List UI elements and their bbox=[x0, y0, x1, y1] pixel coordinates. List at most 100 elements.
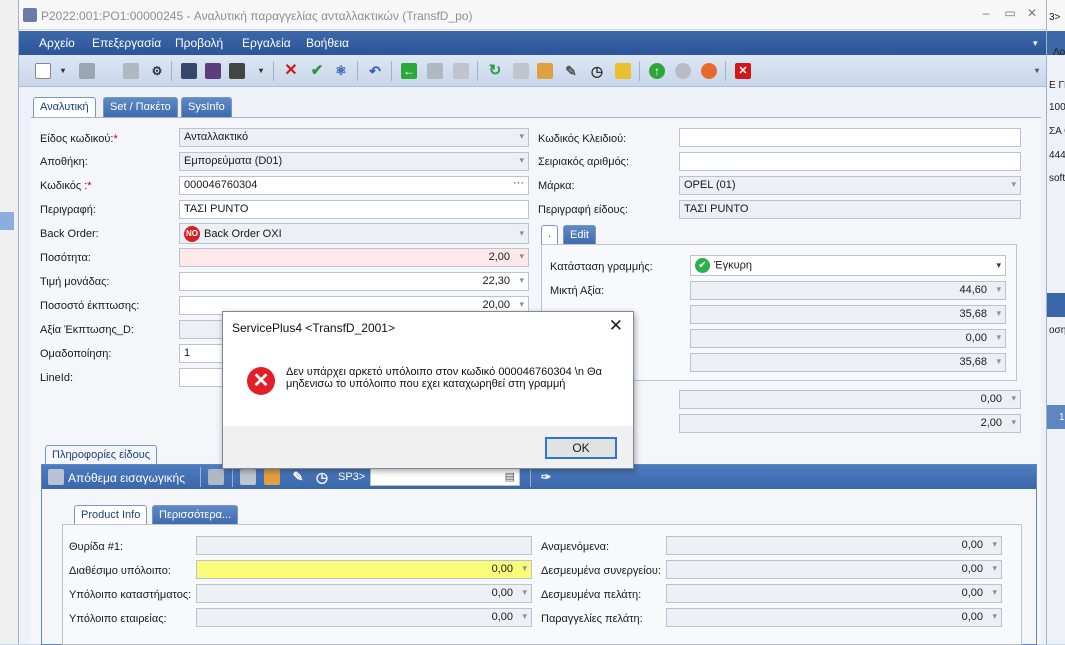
toolbar-separator bbox=[477, 61, 478, 81]
warehouse-select[interactable]: Εμπορεύματα (D01) ▾ bbox=[179, 152, 529, 171]
window-icon[interactable] bbox=[240, 469, 256, 485]
print-dropdown-icon[interactable]: ▾ bbox=[253, 63, 269, 79]
new-dropdown-icon[interactable]: ▾ bbox=[55, 63, 71, 79]
discount-value-label: Αξία Έκπτωσης_D: bbox=[40, 324, 134, 336]
serial-field[interactable] bbox=[679, 152, 1021, 171]
item-info-panel: Απόθεμα εισαγωγικής ✎ ◷ SP3> ▤ ✑ Product… bbox=[41, 464, 1037, 645]
menu-overflow-icon[interactable]: ▾ bbox=[1033, 38, 1038, 49]
toolbar-overflow-icon[interactable]: ▾ bbox=[1029, 63, 1045, 79]
tab-line-dot[interactable]: . bbox=[541, 225, 559, 245]
title-bar: P2022:001:PO1:00000245 - Αναλυτική παραγ… bbox=[19, 0, 1047, 30]
workflow-icon[interactable]: ⚛ bbox=[333, 63, 349, 79]
company-balance-label: Υπόλοιπο εταιρείας: bbox=[69, 613, 167, 625]
tree-icon[interactable]: ⚙ bbox=[149, 63, 165, 79]
toolbar-separator bbox=[639, 61, 640, 81]
menu-help[interactable]: Βοήθεια bbox=[306, 36, 349, 50]
sp3-label[interactable]: SP3> bbox=[338, 471, 365, 483]
line-status-select[interactable]: ✔ Έγκυρη ▾ bbox=[690, 255, 1006, 276]
window-icon[interactable] bbox=[513, 63, 529, 79]
discount-pct-label: Ποσοστό έκπτωσης: bbox=[40, 300, 140, 312]
tab-sysinfo[interactable]: SysInfo bbox=[181, 97, 232, 117]
error-icon: ✕ bbox=[247, 367, 275, 395]
attachment-icon[interactable]: ✎ bbox=[290, 469, 306, 485]
backorder-select[interactable]: NO Back Order OXI ▾ bbox=[179, 223, 529, 244]
confirm-icon[interactable]: ✔ bbox=[309, 63, 325, 79]
company-balance-field: 0,00 ▾ bbox=[196, 608, 532, 627]
dialog-footer: OK bbox=[223, 426, 633, 468]
description-label: Περιγραφή: bbox=[40, 204, 96, 216]
bg-text: Λο bbox=[1053, 47, 1065, 58]
refresh-icon[interactable]: ↻ bbox=[487, 63, 503, 79]
net-value-2-field: 35,68 ▾ bbox=[690, 353, 1006, 372]
menu-file[interactable]: Αρχείο bbox=[39, 36, 75, 50]
help-lifebuoy-icon[interactable] bbox=[701, 63, 717, 79]
toolbar-separator bbox=[530, 467, 531, 487]
qty-field[interactable]: 2,00 ▾ bbox=[179, 248, 529, 267]
bg-text: ΣΑ Ο bbox=[1049, 126, 1065, 137]
print-icon[interactable] bbox=[229, 63, 245, 79]
close-icon[interactable]: ✕ bbox=[1025, 6, 1039, 20]
save-icon[interactable] bbox=[181, 63, 197, 79]
description-field[interactable]: ΤΑΣΙ PUNTO bbox=[179, 200, 529, 219]
bg-text: 3> bbox=[1049, 12, 1061, 23]
expected-label: Αναμενόμενα: bbox=[541, 541, 610, 553]
available-label: Διαθέσιμο υπόλοιπο: bbox=[69, 565, 171, 577]
unit-price-field[interactable]: 22,30 ▾ bbox=[179, 272, 529, 291]
new-icon[interactable] bbox=[35, 63, 51, 79]
gross-label: Μικτή Αξία: bbox=[550, 285, 605, 297]
tab-set-package[interactable]: Set / Πακέτο bbox=[103, 97, 178, 117]
tab-analytic[interactable]: Αναλυτική bbox=[33, 97, 96, 118]
code-field[interactable]: 000046760304 ··· bbox=[179, 176, 529, 195]
clipboard-icon[interactable] bbox=[615, 63, 631, 79]
delete-icon[interactable]: ✕ bbox=[283, 63, 299, 79]
tab-line-edit[interactable]: Edit bbox=[563, 225, 596, 245]
menu-tools[interactable]: Εργαλεία bbox=[242, 36, 291, 50]
bg-text: soft bbox=[1049, 173, 1065, 184]
lineid-label: LineId: bbox=[40, 372, 74, 384]
list-icon[interactable] bbox=[427, 63, 443, 79]
menu-view[interactable]: Προβολή bbox=[175, 36, 223, 50]
notes-icon[interactable] bbox=[264, 469, 280, 485]
tab-item-info[interactable]: Πληροφορίες είδους bbox=[45, 445, 158, 465]
bg-text: 444 bbox=[1049, 150, 1065, 161]
toolbar-separator bbox=[357, 61, 358, 81]
archive-icon[interactable] bbox=[453, 63, 469, 79]
maximize-icon[interactable]: ▭ bbox=[1003, 6, 1017, 20]
minimize-icon[interactable]: – bbox=[979, 6, 993, 20]
brand-select[interactable]: OPEL (01) ▾ bbox=[679, 176, 1021, 195]
zero-value-field: 0,00 ▾ bbox=[690, 329, 1006, 348]
key-code-field[interactable] bbox=[679, 128, 1021, 147]
ok-button[interactable]: OK bbox=[545, 437, 617, 459]
tab-product-info[interactable]: Product Info bbox=[74, 505, 148, 525]
sp3-search-field[interactable]: ▤ bbox=[370, 468, 520, 486]
timer-icon[interactable] bbox=[675, 63, 691, 79]
copy-icon[interactable] bbox=[79, 63, 95, 79]
key-code-label: Κωδικός Κλειδιού: bbox=[538, 133, 627, 145]
close-icon[interactable]: ✕ bbox=[609, 316, 623, 336]
reserved-customer-label: Δεσμευμένα πελάτη: bbox=[541, 589, 642, 601]
undo-icon[interactable]: ↶ bbox=[367, 63, 383, 79]
serial-label: Σειριακός αριθμός: bbox=[538, 156, 630, 168]
edit-pen-icon[interactable]: ✑ bbox=[538, 469, 554, 485]
menu-edit[interactable]: Επεξεργασία bbox=[92, 36, 161, 50]
clock-icon[interactable]: ◷ bbox=[314, 469, 330, 485]
up-icon[interactable]: ↑ bbox=[649, 63, 665, 79]
shelf-field bbox=[196, 536, 532, 555]
save-close-icon[interactable] bbox=[205, 63, 221, 79]
type-label: Είδος κωδικού:* bbox=[40, 133, 118, 145]
desktop-selection-marker bbox=[0, 212, 14, 230]
attachment-icon[interactable]: ✎ bbox=[563, 63, 579, 79]
stock-icon bbox=[48, 469, 64, 485]
notes-icon[interactable] bbox=[537, 63, 553, 79]
reserved-customer-field: 0,00 ▾ bbox=[666, 584, 1002, 603]
type-select[interactable]: Ανταλλακτικό ▾ bbox=[179, 128, 529, 147]
backorder-no-icon: NO bbox=[184, 226, 200, 242]
exit-icon[interactable]: ✕ bbox=[735, 63, 751, 79]
stock-import-label[interactable]: Απόθεμα εισαγωγικής bbox=[68, 471, 185, 485]
back-icon[interactable]: ← bbox=[401, 63, 417, 79]
document-icon[interactable] bbox=[123, 63, 139, 79]
customer-orders-label: Παραγγελίες πελάτη: bbox=[541, 613, 643, 625]
clock-icon[interactable]: ◷ bbox=[589, 63, 605, 79]
tab-more[interactable]: Περισσότερα... bbox=[152, 505, 239, 525]
list-icon[interactable] bbox=[208, 469, 224, 485]
